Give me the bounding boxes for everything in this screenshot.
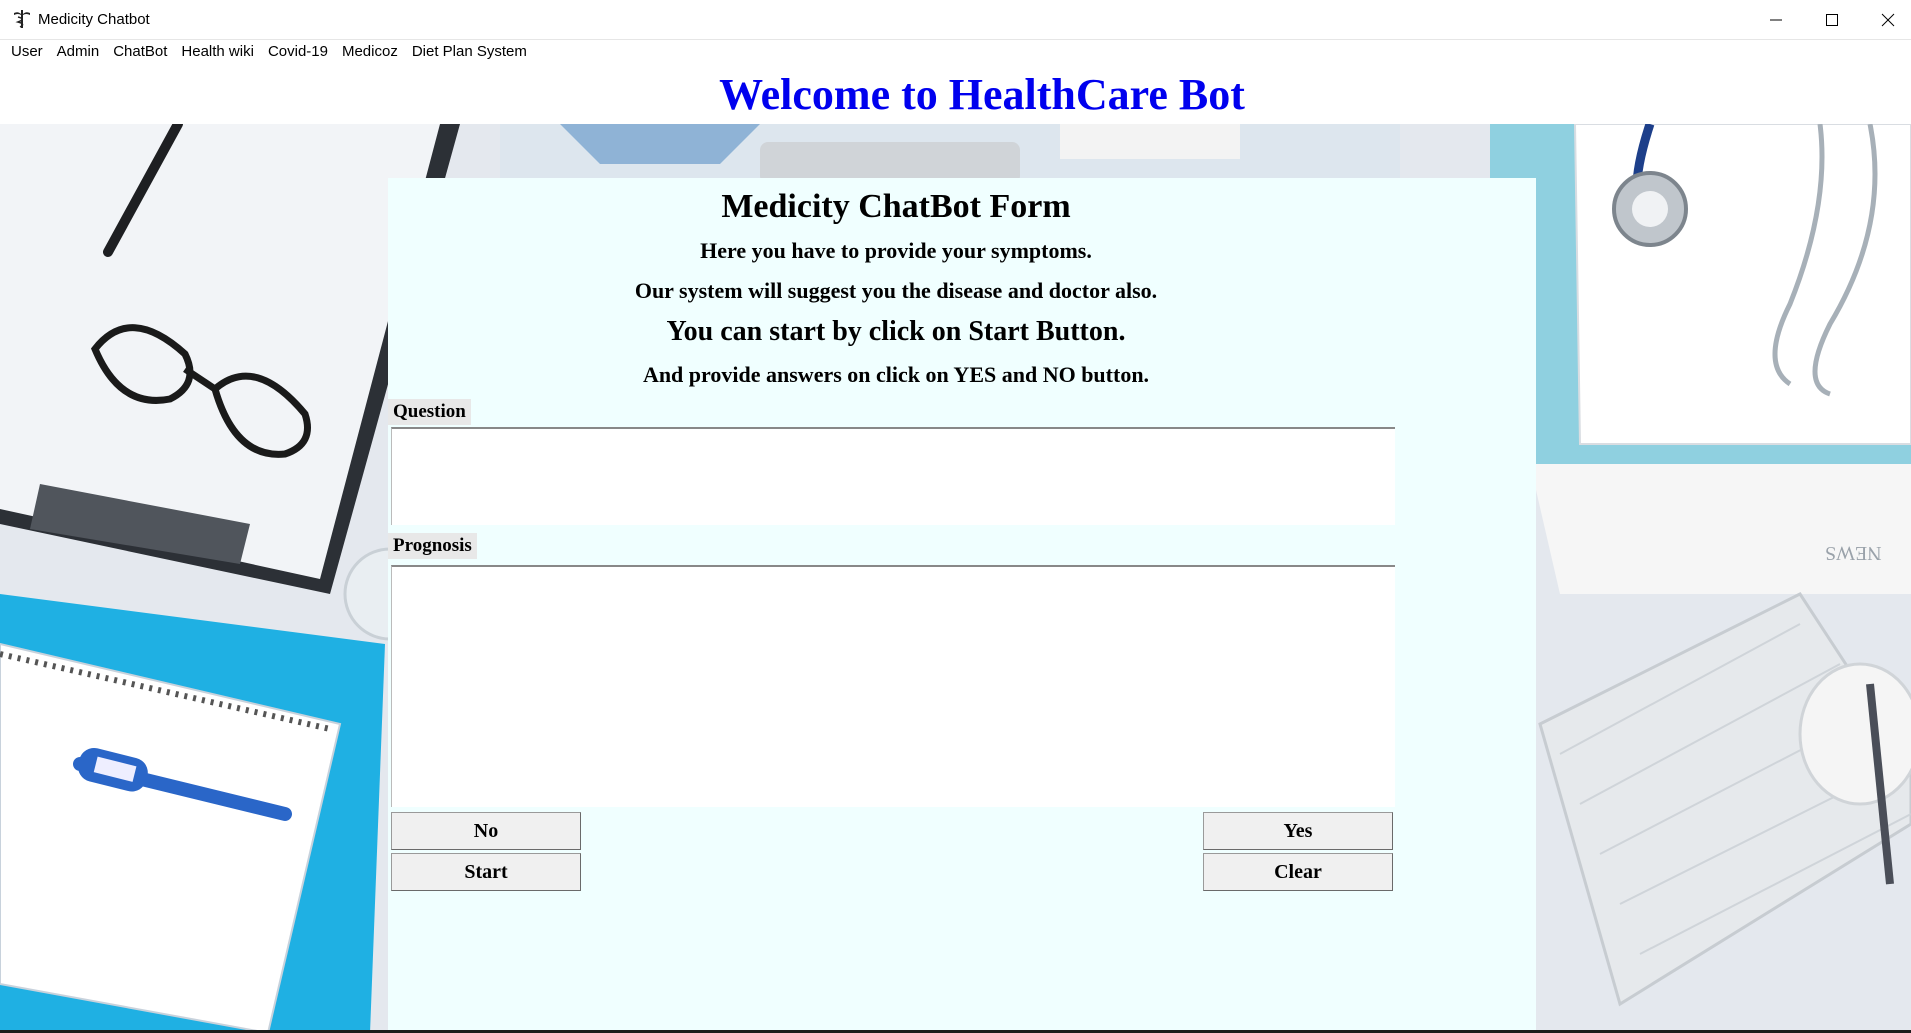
menu-medicoz[interactable]: Medicoz xyxy=(335,40,405,64)
question-textbox[interactable] xyxy=(391,427,1395,525)
prognosis-textbox[interactable] xyxy=(391,565,1395,807)
menu-covid-19[interactable]: Covid-19 xyxy=(261,40,335,64)
header-title: Welcome to HealthCare Bot xyxy=(719,70,1245,119)
close-icon xyxy=(1881,13,1895,26)
instruction-suggest: Our system will suggest you the disease … xyxy=(634,278,1158,303)
menu-user[interactable]: User xyxy=(4,40,50,64)
no-button[interactable]: No xyxy=(391,812,581,850)
maximize-icon xyxy=(1826,13,1838,26)
instruction-start: You can start by click on Start Button. xyxy=(666,316,1126,347)
instruction-symptoms: Here you have to provide your symptoms. xyxy=(700,238,1092,263)
newspaper xyxy=(1530,464,1911,594)
shirt-cuff xyxy=(1060,124,1240,159)
menu-admin[interactable]: Admin xyxy=(50,40,107,64)
maximize-button[interactable] xyxy=(1804,0,1860,39)
menu-chatbot[interactable]: ChatBot xyxy=(106,40,174,64)
prognosis-label: Prognosis xyxy=(388,533,477,559)
clear-button[interactable]: Clear xyxy=(1203,853,1393,891)
menu-bar: User Admin ChatBot Health wiki Covid-19 … xyxy=(0,40,1911,64)
yes-button[interactable]: Yes xyxy=(1203,812,1393,850)
newspaper-text: NEWS xyxy=(1825,542,1882,564)
menu-diet-plan-system[interactable]: Diet Plan System xyxy=(405,40,534,64)
chatbot-form: Medicity ChatBot Form Here you have to p… xyxy=(388,178,1536,1033)
pen-cup xyxy=(1798,662,1911,806)
window-title: Medicity Chatbot xyxy=(38,11,150,28)
start-button[interactable]: Start xyxy=(391,853,581,891)
header-banner: Welcome to HealthCare Bot xyxy=(3,66,1911,124)
caduceus-icon xyxy=(14,10,30,28)
title-bar: Medicity Chatbot xyxy=(0,0,1911,40)
minimize-button[interactable] xyxy=(1748,0,1804,39)
instruction-answers: And provide answers on click on YES and … xyxy=(642,362,1150,387)
minimize-icon xyxy=(1770,19,1782,20)
question-label: Question xyxy=(388,399,471,425)
close-button[interactable] xyxy=(1860,0,1911,39)
white-sheet xyxy=(1573,124,1911,445)
menu-health-wiki[interactable]: Health wiki xyxy=(174,40,261,64)
form-title: Medicity ChatBot Form xyxy=(721,188,1071,225)
